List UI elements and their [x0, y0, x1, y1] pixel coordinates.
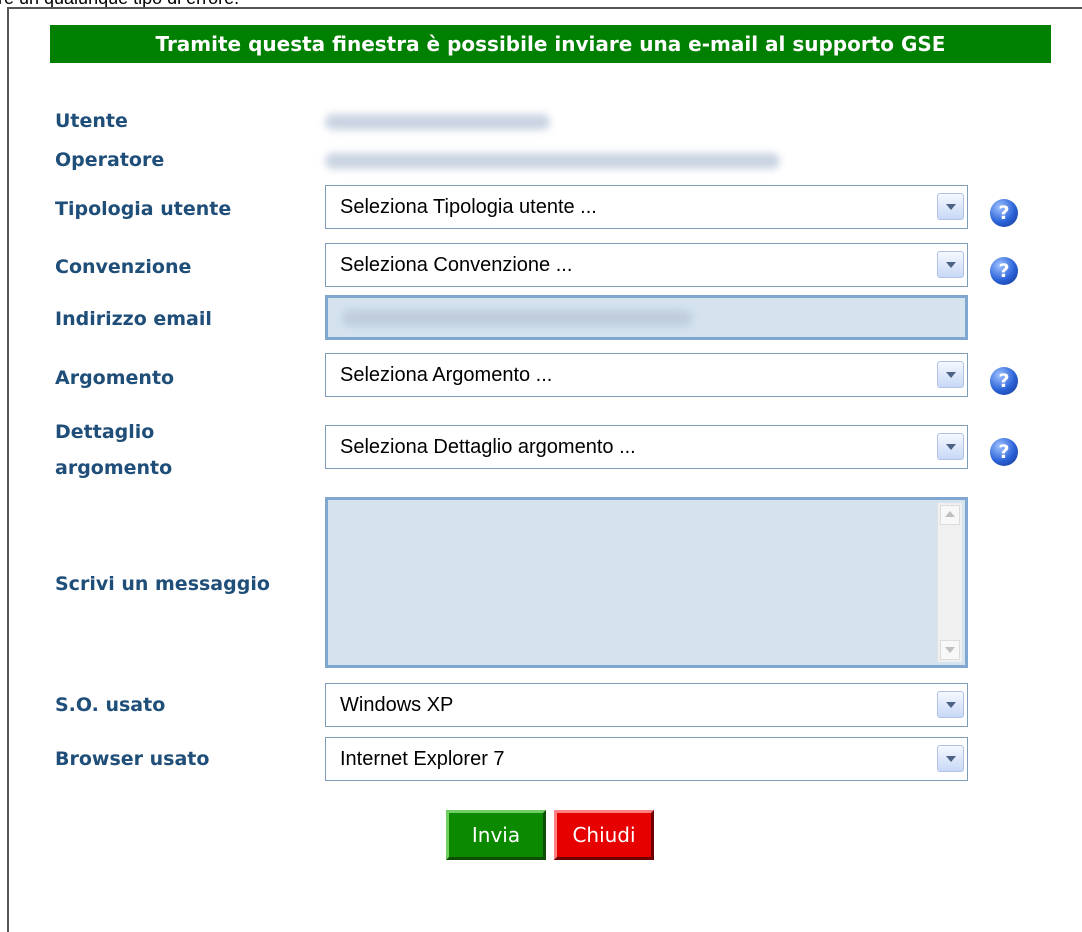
label-browser-usato: Browser usato [55, 748, 210, 770]
label-utente: Utente [55, 110, 128, 132]
dropdown-arrow-icon[interactable] [937, 361, 964, 388]
scroll-up-icon[interactable] [940, 505, 960, 525]
tipologia-utente-select[interactable]: Seleziona Tipologia utente ... [325, 185, 968, 229]
dettaglio-argomento-selected: Seleziona Dettaglio argomento ... [340, 436, 636, 458]
scroll-down-icon[interactable] [940, 640, 960, 660]
label-operatore: Operatore [55, 149, 165, 171]
dettaglio-argomento-select[interactable]: Seleziona Dettaglio argomento ... [325, 425, 968, 469]
message-scrollbar[interactable] [937, 503, 962, 662]
help-icon[interactable]: ? [990, 367, 1018, 395]
dropdown-arrow-icon[interactable] [937, 433, 964, 460]
dropdown-arrow-icon[interactable] [937, 691, 964, 718]
label-argomento: Argomento [55, 367, 175, 389]
browser-select[interactable]: Internet Explorer 7 [325, 737, 968, 781]
label-dettaglio-line2: argomento [55, 457, 173, 479]
dropdown-arrow-icon[interactable] [937, 251, 964, 278]
send-button[interactable]: Invia [446, 810, 546, 860]
so-selected: Windows XP [340, 694, 454, 716]
label-dettaglio-line1: Dettaglio [55, 421, 155, 443]
so-select[interactable]: Windows XP [325, 683, 968, 727]
label-indirizzo-email: Indirizzo email [55, 308, 212, 330]
help-icon[interactable]: ? [990, 199, 1018, 227]
email-field[interactable] [325, 295, 968, 340]
dropdown-arrow-icon[interactable] [937, 193, 964, 220]
label-messaggio: Scrivi un messaggio [55, 573, 270, 595]
label-convenzione: Convenzione [55, 256, 192, 278]
close-button[interactable]: Chiudi [554, 810, 654, 860]
operatore-value-redacted [325, 153, 780, 169]
utente-value-redacted [325, 114, 550, 130]
convenzione-select[interactable]: Seleziona Convenzione ... [325, 243, 968, 287]
dropdown-arrow-icon[interactable] [937, 745, 964, 772]
message-textarea[interactable] [325, 497, 968, 668]
dialog-banner: Tramite questa finestra è possibile invi… [50, 25, 1051, 63]
label-so-usato: S.O. usato [55, 694, 166, 716]
help-icon[interactable]: ? [990, 438, 1018, 466]
email-value-redacted [342, 310, 692, 326]
argomento-select[interactable]: Seleziona Argomento ... [325, 353, 968, 397]
tipologia-utente-selected: Seleziona Tipologia utente ... [340, 196, 597, 218]
argomento-selected: Seleziona Argomento ... [340, 364, 553, 386]
label-tipologia-utente: Tipologia utente [55, 198, 232, 220]
convenzione-selected: Seleziona Convenzione ... [340, 254, 573, 276]
help-icon[interactable]: ? [990, 257, 1018, 285]
browser-selected: Internet Explorer 7 [340, 748, 505, 770]
